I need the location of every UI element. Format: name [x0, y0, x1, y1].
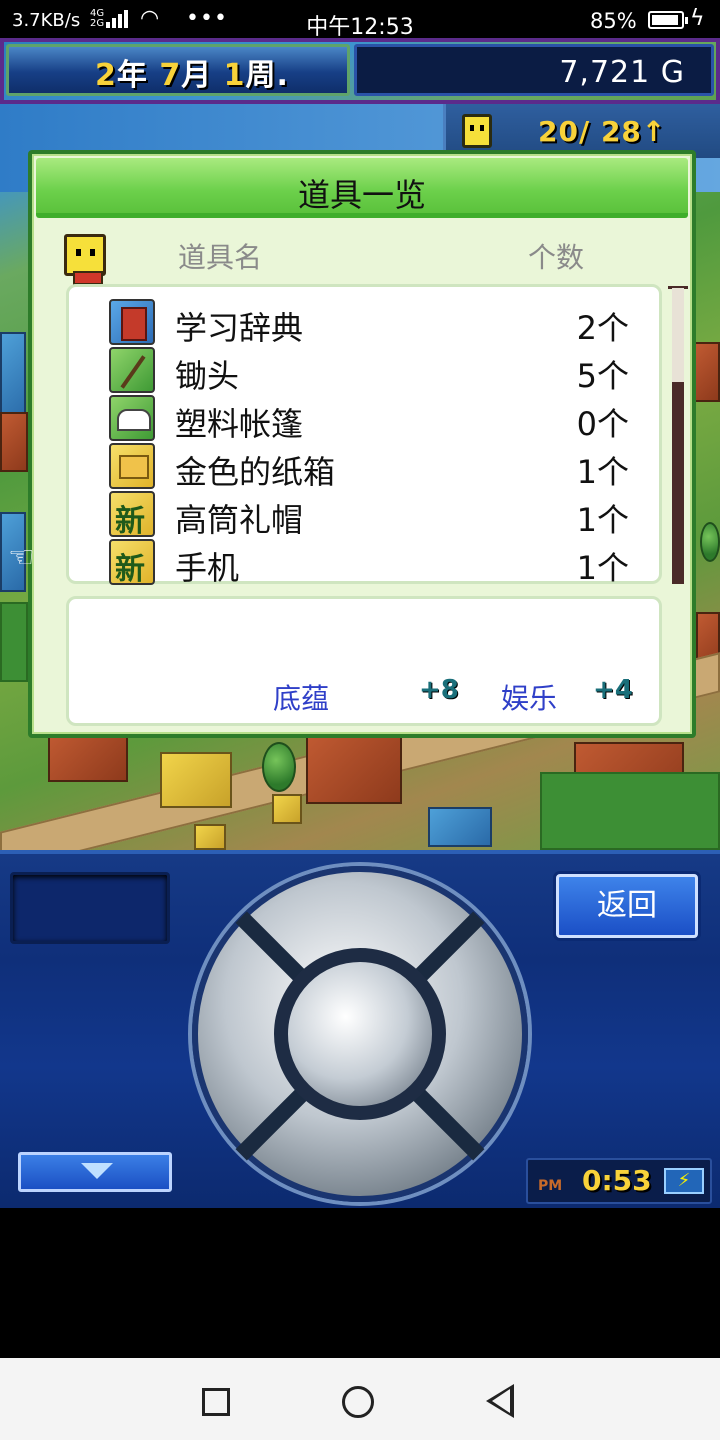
item-info-box: 底蕴 +8 娱乐 +4: [66, 596, 662, 726]
building: [694, 342, 720, 402]
roof-blue: [428, 807, 492, 847]
building: [0, 412, 28, 472]
resident-face-icon: [64, 234, 106, 285]
building: [0, 332, 26, 422]
item-name: 金色的纸箱: [175, 453, 336, 491]
home-icon[interactable]: [342, 1386, 374, 1418]
population-count: 20/ 28↑: [538, 115, 667, 148]
stat-label-culture: 底蕴: [273, 682, 330, 715]
stat-value-culture: +8: [419, 675, 459, 705]
house-red: [306, 734, 402, 804]
money-amount: 7,721 G: [559, 55, 685, 90]
stat-value-entertainment: +4: [593, 675, 633, 705]
book-icon: [109, 299, 155, 345]
item-list-dialog: 道具一览 道具名 个数 学习辞典 2个 锄头 5个 塑料帐篷 0个 金色的纸箱 …: [28, 150, 696, 738]
dialog-title-bar: 道具一览: [36, 158, 688, 218]
dialog-title: 道具一览: [297, 176, 426, 214]
dpad-center-button[interactable]: [274, 948, 446, 1120]
item-count: 1个: [576, 501, 629, 539]
letterbox: [0, 1208, 720, 1358]
item-name: 手机: [175, 549, 240, 587]
tree: [700, 522, 720, 562]
charging-icon: ϟ: [690, 6, 705, 31]
character: [272, 794, 302, 824]
pointing-hand-icon: ☜: [8, 540, 35, 575]
menu-slot[interactable]: [10, 872, 170, 944]
status-bar: 3.7KB/s 4G 2G ◠ ••• 中午12:53 85% ϟ: [0, 0, 720, 42]
item-name: 学习辞典: [175, 309, 304, 347]
tree: [262, 742, 296, 792]
item-name: 锄头: [175, 357, 240, 395]
recent-apps-icon[interactable]: [202, 1388, 230, 1416]
sign: [194, 824, 226, 850]
resident-face-icon: [462, 114, 492, 148]
back-button[interactable]: 返回: [556, 874, 698, 938]
date-display: 2年 7月 1周.: [95, 58, 289, 93]
item-name: 塑料帐篷: [175, 405, 304, 443]
item-count: 0个: [576, 405, 629, 443]
clock-ampm: PM: [538, 1178, 563, 1194]
item-list[interactable]: 学习辞典 2个 锄头 5个 塑料帐篷 0个 金色的纸箱 1个 高筒礼帽 1个 手…: [66, 284, 665, 588]
item-row[interactable]: 高筒礼帽 1个: [69, 489, 665, 540]
item-count: 2个: [576, 309, 629, 347]
clock-time: 0:53: [582, 1164, 652, 1197]
scroll-down-button[interactable]: [18, 1152, 172, 1192]
back-icon[interactable]: [486, 1384, 514, 1418]
column-header-count: 个数: [528, 241, 585, 274]
item-count: 1个: [576, 549, 629, 587]
house-red: [48, 732, 128, 782]
hoe-icon: [109, 347, 155, 393]
new-badge-icon: [109, 539, 155, 588]
system-nav-bar: [0, 1358, 720, 1440]
box-icon: [109, 443, 155, 489]
stat-label-entertainment: 娱乐: [501, 682, 558, 715]
grass-tile: [540, 772, 720, 850]
dpad[interactable]: [192, 866, 528, 1202]
item-row[interactable]: 锄头 5个: [69, 345, 665, 395]
battery-icon: [648, 11, 688, 29]
date-panel: 2年 7月 1周.: [6, 44, 350, 96]
item-row-selected[interactable]: 手机 1个: [69, 537, 665, 588]
house-yellow: [160, 752, 232, 808]
column-header-name: 道具名: [178, 241, 263, 274]
game-clock: PM 0:53 ⚡: [526, 1158, 712, 1204]
grass-tile: [0, 602, 28, 682]
virtual-controller: 返回 PM 0:53 ⚡: [0, 850, 720, 1208]
item-count: 1个: [576, 453, 629, 491]
scrollbar-thumb[interactable]: [672, 381, 684, 584]
item-name: 高筒礼帽: [175, 501, 304, 539]
battery-percent: 85%: [590, 9, 637, 33]
item-row[interactable]: 金色的纸箱 1个: [69, 441, 665, 491]
item-row[interactable]: 学习辞典 2个: [69, 297, 665, 347]
tent-icon: [109, 395, 155, 441]
item-count: 5个: [576, 357, 629, 395]
new-badge-icon: [109, 491, 155, 540]
money-panel: 7,721 G: [354, 44, 714, 96]
item-row[interactable]: 塑料帐篷 0个: [69, 393, 665, 443]
battery-icon: ⚡: [664, 1168, 704, 1194]
